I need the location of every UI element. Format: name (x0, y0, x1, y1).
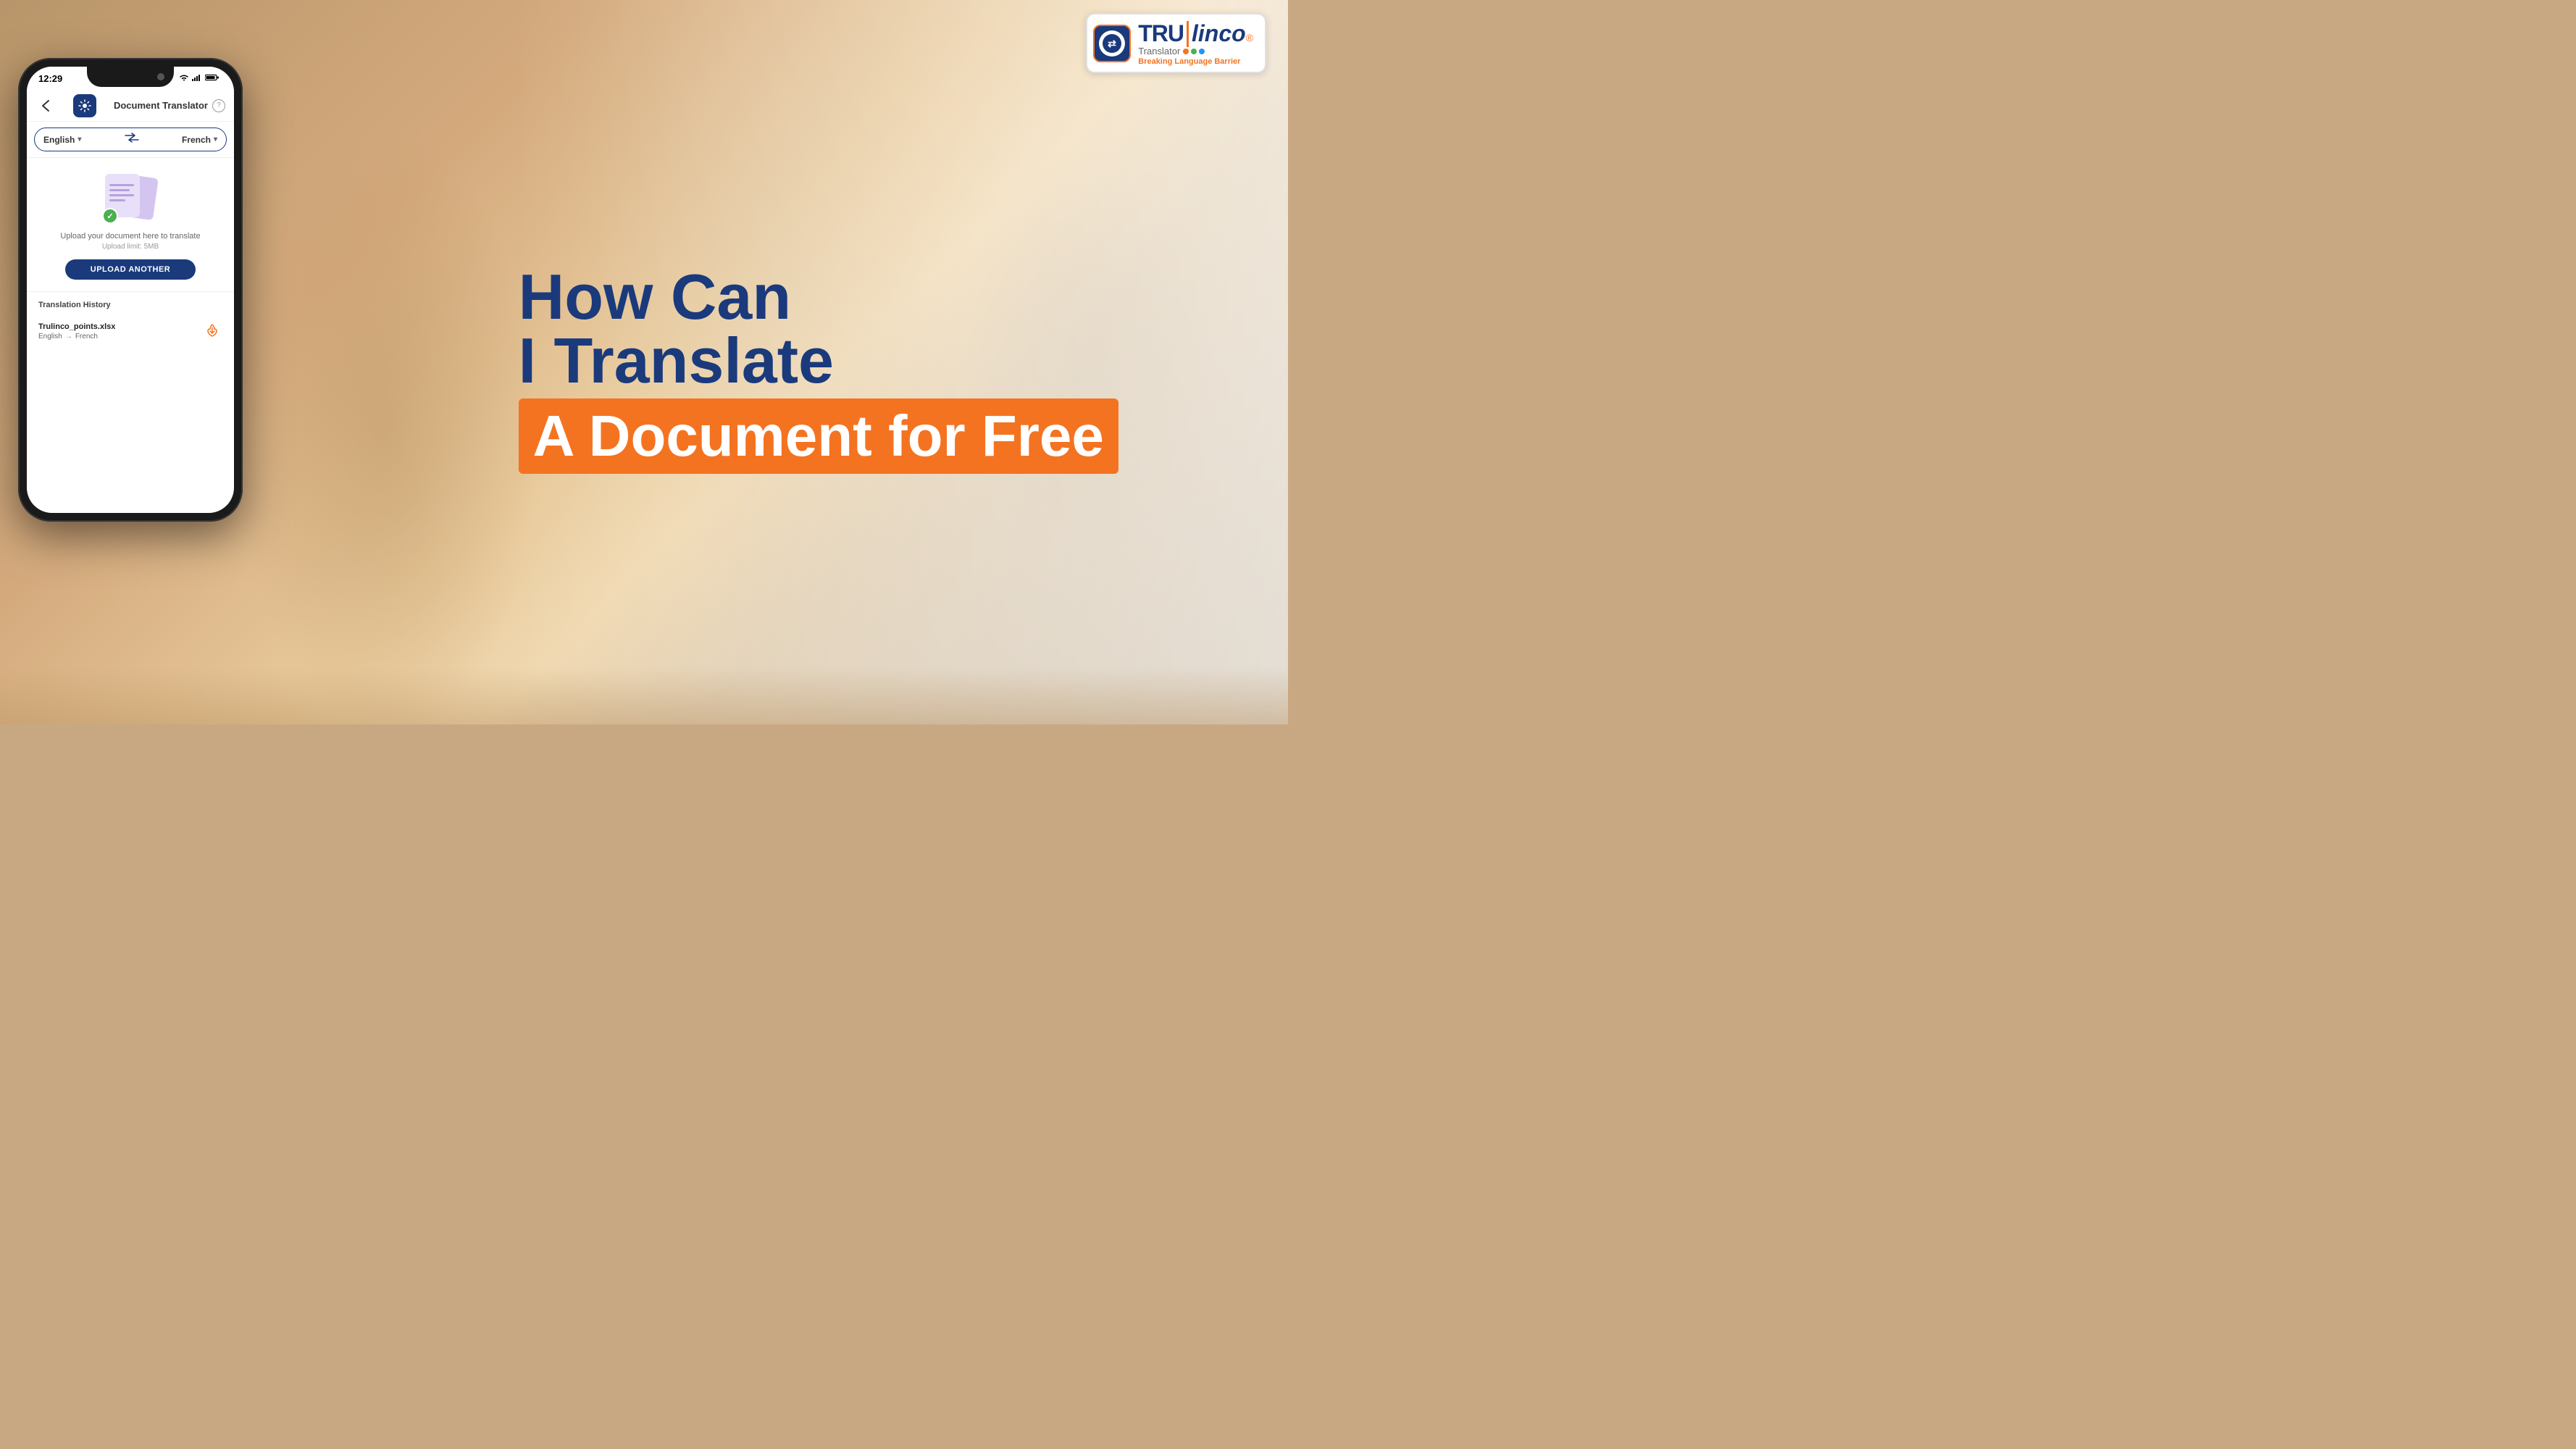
translation-history: Translation History Trulinco_points.xlsx… (27, 291, 234, 354)
headline-line2: I Translate (519, 329, 1245, 393)
status-time: 12:29 (38, 73, 62, 84)
target-lang-arrow: ▾ (214, 135, 217, 143)
phone-notch (87, 67, 174, 87)
logo-dot-green (1191, 49, 1197, 54)
logo-container: ⇄ TRU linco® Translator Breaking Languag… (1086, 13, 1266, 73)
history-direction-arrow: → (65, 333, 72, 341)
headline-highlight: A Document for Free (519, 398, 1118, 474)
logo-translator-label: Translator (1138, 46, 1180, 57)
header-title: Document Translator (114, 100, 208, 111)
history-download-button[interactable] (202, 321, 222, 341)
headline-line1: How Can (519, 265, 1245, 329)
logo-divider (1187, 21, 1189, 47)
history-source-lang: English (38, 333, 62, 341)
logo-icon: ⇄ (1099, 30, 1125, 57)
status-icons (179, 74, 219, 83)
logo-translator-row: Translator (1138, 46, 1253, 57)
logo-dot-blue (1199, 49, 1205, 54)
language-bar: English ▾ French ▾ (27, 122, 234, 158)
app-header: Document Translator ? (27, 90, 234, 122)
gear-button[interactable] (73, 94, 96, 117)
battery-icon (205, 74, 219, 83)
history-item[interactable]: Trulinco_points.xlsx English → French (38, 317, 222, 346)
source-language-btn[interactable]: English ▾ (43, 135, 81, 145)
phone-screen: 12:29 (27, 67, 234, 513)
logo-registered: ® (1246, 32, 1253, 43)
history-languages: English → French (38, 333, 115, 341)
upload-icon-area: ✓ (105, 172, 156, 223)
target-language-btn[interactable]: French ▾ (182, 135, 217, 145)
logo-dots (1183, 49, 1205, 54)
source-language-label: English (43, 135, 75, 145)
logo-linco: linco (1192, 20, 1246, 47)
target-language-label: French (182, 135, 211, 145)
upload-another-button[interactable]: UPLOAD ANOTHER (65, 259, 196, 280)
history-title: Translation History (38, 301, 222, 309)
help-button[interactable]: ? (212, 99, 225, 112)
swap-languages-btn[interactable] (125, 133, 139, 146)
check-badge: ✓ (102, 208, 118, 224)
back-button[interactable] (35, 96, 56, 116)
headline-container: How Can I Translate A Document for Free (519, 265, 1245, 474)
main-content: How Can I Translate A Document for Free (490, 0, 1288, 724)
language-selector: English ▾ French ▾ (34, 128, 227, 151)
header-title-area: Document Translator ? (114, 99, 225, 112)
svg-text:⇄: ⇄ (1108, 38, 1116, 49)
logo-subtitle: Breaking Language Barrier (1138, 57, 1253, 66)
history-filename: Trulinco_points.xlsx (38, 322, 115, 331)
upload-area: ✓ Upload your document here to translate… (27, 158, 234, 291)
phone-outer: 12:29 (18, 58, 243, 522)
phone-container: 12:29 (18, 58, 243, 522)
history-item-info: Trulinco_points.xlsx English → French (38, 322, 115, 341)
upload-limit: Upload limit: 5MB (102, 243, 159, 251)
logo-tru: TRU (1138, 20, 1184, 47)
history-target-lang: French (75, 333, 98, 341)
logo-main-text: TRU linco® (1138, 20, 1253, 47)
logo-text-area: TRU linco® Translator Breaking Language … (1138, 20, 1253, 66)
logo-icon-box: ⇄ (1093, 25, 1131, 62)
upload-description: Upload your document here to translate (60, 232, 200, 241)
wifi-icon (179, 74, 189, 83)
source-lang-arrow: ▾ (78, 135, 81, 143)
help-icon: ? (217, 101, 221, 109)
logo-dot-orange (1183, 49, 1189, 54)
signal-icon (192, 74, 202, 83)
